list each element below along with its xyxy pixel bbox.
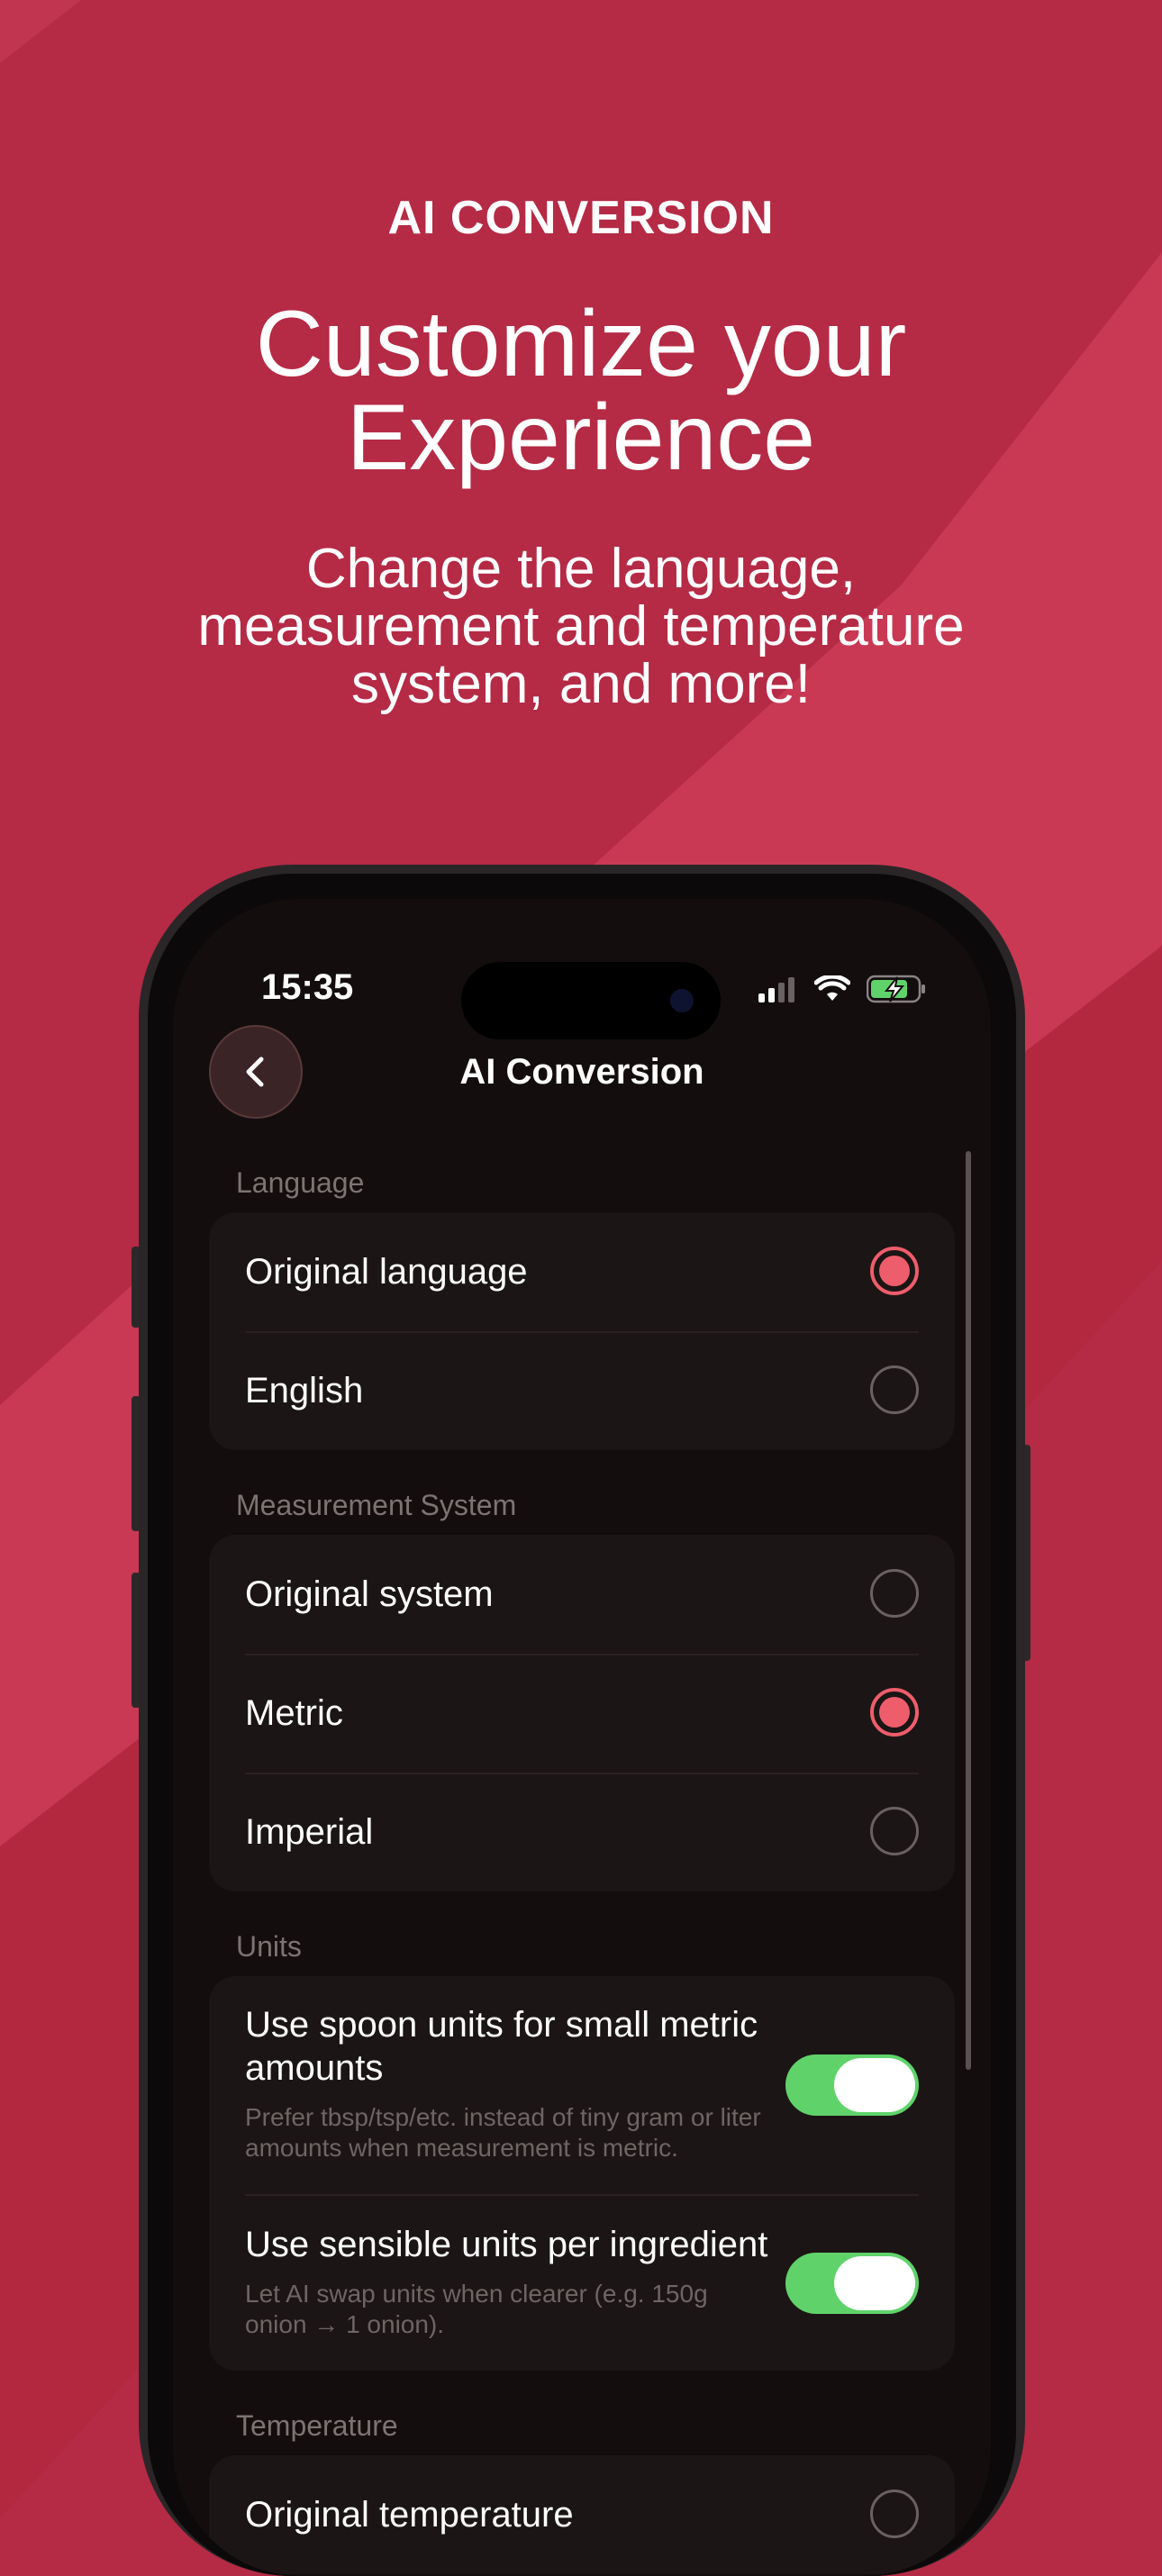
app-screen: 15:35 AI Conversion Language Original la… xyxy=(173,899,991,2576)
toggle-knob xyxy=(834,2256,915,2310)
toggle-row-sensible-units[interactable]: Use sensible units per ingredient Let AI… xyxy=(245,2194,919,2371)
toggle-knob xyxy=(834,2058,915,2112)
radio-selected[interactable] xyxy=(870,1247,919,1295)
battery-charging-icon xyxy=(867,975,925,1003)
toggle-row-spoon-units[interactable]: Use spoon units for small metric amounts… xyxy=(209,1976,955,2194)
toggle-description: Prefer tbsp/tsp/etc. instead of tiny gra… xyxy=(245,2103,761,2162)
phone-bezel: 15:35 AI Conversion Language Original la… xyxy=(148,874,1016,2576)
section-label-units: Units xyxy=(236,1930,302,1963)
cellular-signal-icon xyxy=(758,977,794,1002)
section-label-language: Language xyxy=(236,1166,365,1199)
scrollbar[interactable] xyxy=(966,1151,971,2070)
option-label: Imperial xyxy=(245,1811,374,1852)
status-icons xyxy=(758,971,928,1007)
status-bar: 15:35 xyxy=(173,962,991,1039)
option-original-temperature[interactable]: Original temperature xyxy=(209,2455,955,2574)
option-imperial[interactable]: Imperial xyxy=(209,1773,955,1891)
stripe-top-left xyxy=(0,0,81,63)
toggle-title: Use spoon units for small metric amounts xyxy=(245,2005,758,2088)
sensible-units-toggle[interactable] xyxy=(785,2253,919,2314)
settings-list: Language Original language English Measu… xyxy=(209,1160,955,2576)
camera-icon xyxy=(670,989,694,1012)
section-label-temperature: Temperature xyxy=(236,2409,398,2442)
status-time: 15:35 xyxy=(261,967,354,1007)
option-metric[interactable]: Metric xyxy=(209,1654,955,1773)
option-label: Original language xyxy=(245,1251,528,1292)
radio-unselected[interactable] xyxy=(870,2490,919,2538)
radio-unselected[interactable] xyxy=(870,1569,919,1618)
headline: Customize your Experience xyxy=(0,297,1162,485)
subhead-line-1: Change the language, xyxy=(305,538,857,600)
measurement-group: Original system Metric Imperial xyxy=(209,1535,955,1891)
option-english[interactable]: English xyxy=(209,1331,955,1450)
toggle-title: Use sensible units per ingredient xyxy=(245,2225,768,2264)
temperature-group: Original temperature xyxy=(209,2455,955,2574)
wifi-icon xyxy=(814,975,850,1001)
language-group: Original language English xyxy=(209,1212,955,1450)
subhead-line-3: system, and more! xyxy=(351,653,811,715)
radio-unselected[interactable] xyxy=(870,1807,919,1855)
option-label: Original temperature xyxy=(245,2494,574,2535)
headline-line-2: Experience xyxy=(346,385,816,490)
option-original-system[interactable]: Original system xyxy=(209,1535,955,1654)
toggle-description: Let AI swap units when clearer (e.g. 150… xyxy=(245,2280,708,2338)
nav-title: AI Conversion xyxy=(459,1052,704,1092)
option-label: Metric xyxy=(245,1692,343,1733)
radio-selected[interactable] xyxy=(870,1688,919,1737)
eyebrow-label: AI CONVERSION xyxy=(387,192,775,244)
option-label: English xyxy=(245,1370,364,1410)
radio-unselected[interactable] xyxy=(870,1365,919,1414)
headline-line-1: Customize your xyxy=(255,292,907,396)
option-original-language[interactable]: Original language xyxy=(209,1212,955,1331)
subheadline: Change the language, measurement and tem… xyxy=(108,540,1054,713)
phone-frame: 15:35 AI Conversion Language Original la… xyxy=(139,865,1025,2576)
section-label-measurement: Measurement System xyxy=(236,1489,517,1521)
nav-bar: AI Conversion xyxy=(173,1025,991,1124)
units-group: Use spoon units for small metric amounts… xyxy=(209,1976,955,2371)
option-label: Original system xyxy=(245,1574,494,1614)
spoon-units-toggle[interactable] xyxy=(785,2054,919,2116)
subhead-line-2: measurement and temperature xyxy=(197,595,965,658)
